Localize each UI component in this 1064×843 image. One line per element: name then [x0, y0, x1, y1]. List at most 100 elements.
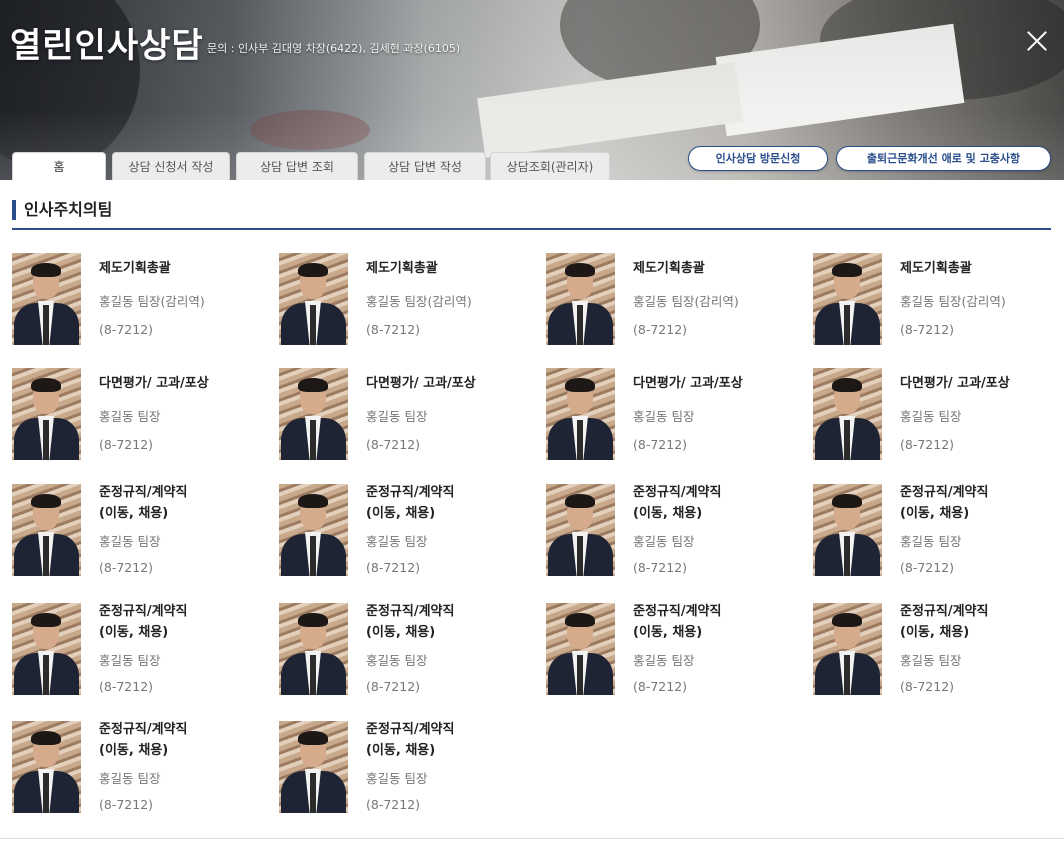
photo-hair [31, 731, 61, 745]
team-member-card: 다면평가/ 고과/포상 홍길동 팀장 (8-7212) [813, 368, 1064, 468]
member-name: 홍길동 팀장 [99, 409, 161, 424]
member-photo [546, 603, 615, 695]
photo-hair [298, 494, 328, 508]
member-role: 준정규직/계약직 (이동, 채용) [366, 604, 455, 640]
team-member-card: 다면평가/ 고과/포상홍길동 팀장 (8-7212) [12, 368, 267, 468]
member-name: 홍길동 팀장 [900, 409, 962, 424]
photo-tie [310, 536, 316, 576]
member-role: 다면평가/ 고과/포상 [900, 376, 1010, 391]
member-photo [546, 368, 615, 460]
team-member-card: 준정규직/계약직 (이동, 채용) 홍길동 팀장 (8-7212) [546, 484, 801, 584]
photo-tie [43, 420, 49, 460]
member-role: 다면평가/ 고과/포상 [99, 376, 209, 391]
team-member-card: 준정규직/계약직 (이동, 채용) 홍길동 팀장 (8-7212) [279, 721, 534, 821]
member-photo [12, 253, 81, 345]
photo-tie [43, 536, 49, 576]
photo-hair [832, 263, 862, 277]
member-photo [546, 253, 615, 345]
member-phone: (8-7212) [900, 560, 955, 575]
photo-hair [832, 378, 862, 392]
app-title: 열린인사상담 [10, 26, 204, 66]
member-photo [279, 603, 348, 695]
tab-consult-apply[interactable]: 상담 신청서 작성 [112, 152, 230, 180]
photo-hair [31, 378, 61, 392]
member-name: 홍길동 팀장 [366, 771, 428, 786]
member-role: 제도기획총괄 [900, 261, 972, 276]
member-name: 홍길동 팀장 [366, 409, 428, 424]
member-phone: (8-7212) [366, 797, 421, 812]
member-phone: (8-7212) [99, 797, 154, 812]
header-banner: 열린인사상담 문의 : 인사부 김대영 차장(6422), 김세현 과장(610… [0, 0, 1064, 180]
member-role: 제도기획총괄 [99, 261, 171, 276]
member-photo [12, 484, 81, 576]
member-photo [12, 368, 81, 460]
footer-divider [0, 838, 1064, 839]
tab-answer-write[interactable]: 상담 답변 작성 [364, 152, 486, 180]
member-photo [279, 253, 348, 345]
photo-tie [577, 655, 583, 695]
photo-tie [43, 305, 49, 345]
member-name: 홍길동 팀장 [366, 653, 428, 668]
team-member-card: 준정규직/계약직 (이동, 채용) 홍길동 팀장 (8-7212) [813, 603, 1064, 703]
photo-hair [31, 613, 61, 627]
photo-hair [565, 613, 595, 627]
photo-hair [832, 613, 862, 627]
photo-tie [310, 420, 316, 460]
member-photo [813, 368, 882, 460]
culture-suggestion-button[interactable]: 출퇴근문화개선 애로 및 고충사항 [836, 146, 1051, 171]
member-role: 제도기획총괄 [366, 261, 438, 276]
member-photo [279, 721, 348, 813]
photo-hair [298, 731, 328, 745]
team-member-card: 준정규직/계약직 (이동, 채용) 홍길동 팀장 (8-7212) [279, 484, 534, 584]
member-phone: (8-7212) [99, 560, 154, 575]
photo-tie [844, 536, 850, 576]
team-member-card: 제도기획총괄 홍길동 팀장(감리역) (8-7212) [12, 253, 267, 353]
section-title: 인사주치의팀 [12, 200, 112, 220]
tab-admin-view[interactable]: 상담조회(관리자) [490, 152, 610, 180]
member-phone: (8-7212) [366, 679, 421, 694]
member-role: 다면평가/ 고과/포상 [366, 376, 476, 391]
member-role: 준정규직/계약직 (이동, 채용) [900, 604, 989, 640]
member-name: 홍길동 팀장 [633, 409, 695, 424]
member-phone: (8-7212) [633, 679, 688, 694]
member-role: 제도기획총괄 [633, 261, 705, 276]
team-member-card: 제도기획총괄홍길동 팀장(감리역) (8-7212) [546, 253, 801, 353]
member-photo [279, 484, 348, 576]
member-name: 홍길동 팀장(감리역) [900, 294, 1006, 309]
contact-info: 문의 : 인사부 김대영 차장(6422), 김세현 과장(6105) [207, 42, 461, 55]
photo-tie [310, 305, 316, 345]
photo-tie [844, 655, 850, 695]
member-photo [12, 603, 81, 695]
photo-tie [844, 420, 850, 460]
section-divider [12, 228, 1051, 230]
team-member-card: 준정규직/계약직 (이동, 채용) 홍길동 팀장 (8-7212) [12, 721, 267, 821]
member-role: 준정규직/계약직 (이동, 채용) [633, 604, 722, 640]
member-phone: (8-7212) [99, 437, 154, 452]
photo-hair [565, 378, 595, 392]
member-photo [12, 721, 81, 813]
team-member-card: 준정규직/계약직 (이동, 채용) 홍길동 팀장 (8-7212) [279, 603, 534, 703]
team-member-card: 제도기획총괄홍길동 팀장(감리역) (8-7212) [813, 253, 1064, 353]
photo-hair [31, 263, 61, 277]
member-name: 홍길동 팀장 [633, 534, 695, 549]
member-phone: (8-7212) [99, 322, 154, 337]
visit-request-button[interactable]: 인사상담 방문신청 [688, 146, 828, 171]
photo-tie [577, 536, 583, 576]
member-role: 준정규직/계약직 (이동, 채용) [99, 722, 188, 758]
tab-home[interactable]: 홈 [12, 152, 106, 180]
close-icon[interactable] [1024, 28, 1050, 54]
member-photo [813, 484, 882, 576]
member-role: 준정규직/계약직 (이동, 채용) [366, 485, 455, 521]
photo-tie [577, 305, 583, 345]
member-name: 홍길동 팀장 [99, 534, 161, 549]
member-phone: (8-7212) [633, 322, 688, 337]
photo-hair [298, 378, 328, 392]
tab-answer-view[interactable]: 상담 답변 조회 [236, 152, 358, 180]
member-phone: (8-7212) [900, 322, 955, 337]
member-name: 홍길동 팀장 [366, 534, 428, 549]
member-phone: (8-7212) [366, 437, 421, 452]
member-name: 홍길동 팀장(감리역) [633, 294, 739, 309]
team-member-card: 제도기획총괄 홍길동 팀장(감리역) (8-7212) [279, 253, 534, 353]
member-role: 준정규직/계약직 (이동, 채용) [900, 485, 989, 521]
photo-hair [565, 263, 595, 277]
